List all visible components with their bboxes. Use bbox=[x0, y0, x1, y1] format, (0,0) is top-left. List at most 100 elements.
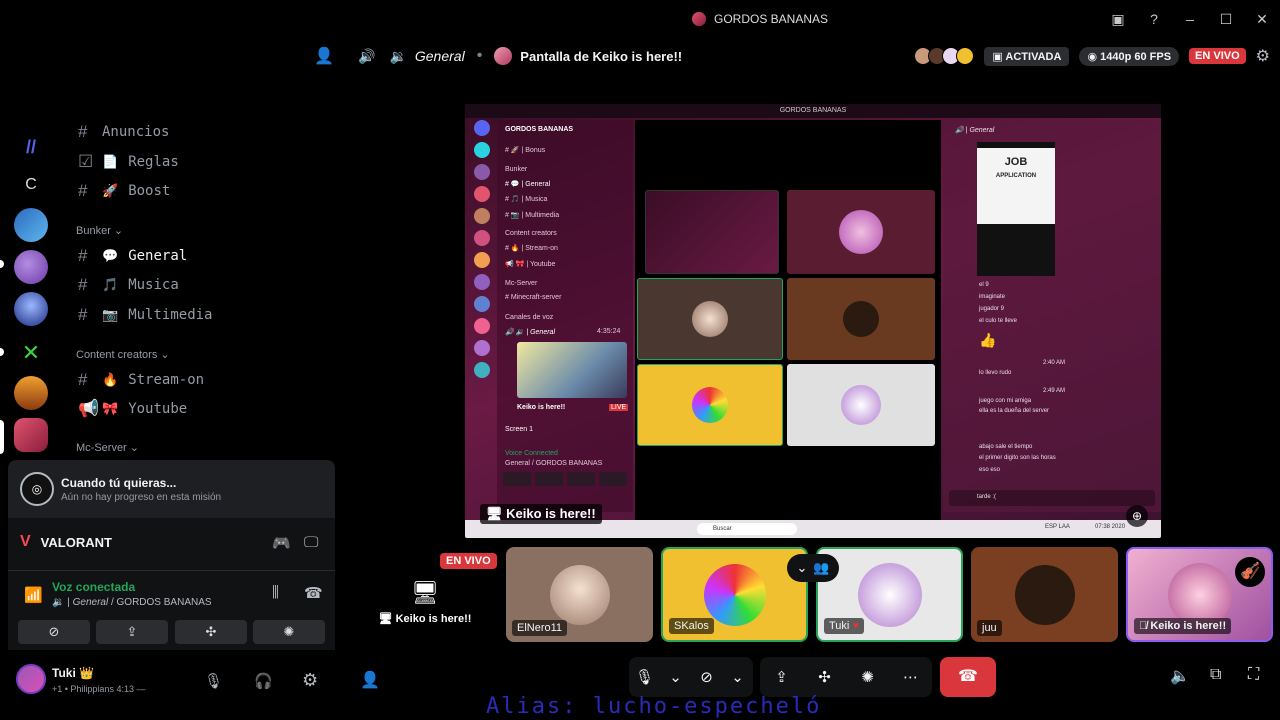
voice-path[interactable]: 🔉 | General / GORDOS BANANAS bbox=[52, 597, 212, 608]
mission-icon: ◎ bbox=[20, 472, 54, 506]
activities-button[interactable]: ✣ bbox=[175, 620, 247, 644]
chevron-down-icon[interactable]: ⌄ bbox=[666, 668, 686, 686]
participant-tile[interactable]: 🎙̸ Keiko is here!! 🎻 bbox=[1126, 547, 1273, 642]
maximize-button[interactable]: ☐ bbox=[1208, 11, 1244, 28]
server-avatar[interactable] bbox=[14, 376, 48, 410]
activated-badge[interactable]: ▣ ACTIVADA bbox=[984, 46, 1070, 66]
inbox-icon[interactable]: ▣ bbox=[1100, 11, 1136, 28]
category-label: Mc-Server bbox=[76, 442, 127, 454]
settings-icon[interactable]: ⚙ bbox=[1256, 46, 1270, 66]
channel-multimedia[interactable]: # 📷 Multimedia bbox=[78, 305, 212, 325]
channel-youtube[interactable]: 📢 🎀 Youtube bbox=[78, 399, 187, 419]
share-screen-icon[interactable]: ⇪ bbox=[772, 668, 792, 686]
screen-icon[interactable]: 🖵 bbox=[304, 534, 318, 551]
popout-icon[interactable]: ⧉ bbox=[1210, 666, 1221, 684]
voice-status: Voz conectada 🔉 | General / GORDOS BANAN… bbox=[52, 580, 212, 608]
audio-video-controls: 🎙 ⌄ ⊘ ⌄ bbox=[629, 657, 753, 697]
job-subtitle: APPLICATION bbox=[995, 173, 1037, 179]
inner-channel: # Minecraft-server bbox=[505, 294, 562, 301]
inner-channel: # 💬 | General bbox=[505, 181, 551, 188]
inner-channel-label: Multimedia bbox=[525, 212, 560, 219]
add-people-icon[interactable]: 👤 bbox=[360, 670, 380, 690]
window-title: GORDOS BANANAS bbox=[691, 12, 828, 26]
nitro-server-icon[interactable]: // bbox=[14, 130, 48, 164]
channel-label: Musica bbox=[128, 277, 179, 293]
inner-chat-message: abajo sale el tiempo bbox=[979, 444, 1033, 450]
voice-channel-name: General bbox=[414, 48, 465, 64]
server-avatar[interactable] bbox=[14, 208, 48, 242]
disconnect-button[interactable]: ☎ bbox=[940, 657, 996, 697]
gear-icon[interactable]: ⚙ bbox=[302, 670, 318, 691]
unread-pill bbox=[0, 260, 4, 268]
channel-general[interactable]: # 💬 General bbox=[78, 246, 187, 266]
server-avatar[interactable] bbox=[14, 292, 48, 326]
headphones-icon[interactable]: 🎧 bbox=[254, 672, 273, 690]
inner-job-image: JOB APPLICATION bbox=[977, 142, 1055, 276]
quality-label: 1440p 60 FPS bbox=[1100, 50, 1172, 63]
server-avatar[interactable]: ✕ bbox=[14, 336, 48, 370]
server-letter-icon[interactable]: C bbox=[14, 168, 48, 202]
server-avatar[interactable] bbox=[14, 250, 48, 284]
disconnect-icon[interactable]: ☎ bbox=[304, 584, 323, 602]
controller-icon[interactable]: 🎮 bbox=[272, 534, 291, 552]
participant-tile[interactable]: ElNero11 bbox=[506, 547, 653, 642]
channel-anuncios[interactable]: # Anuncios bbox=[78, 122, 169, 142]
share-screen-button[interactable]: ⇪ bbox=[96, 620, 168, 644]
valorant-icon: V bbox=[20, 533, 31, 550]
activities-icon[interactable]: ✣ bbox=[815, 668, 835, 686]
camera-off-button[interactable]: ⊘ bbox=[18, 620, 90, 644]
viewer-avatars[interactable] bbox=[914, 47, 975, 65]
volume-icon[interactable]: 🔈 bbox=[1170, 666, 1190, 686]
channel-musica[interactable]: # 🎵 Musica bbox=[78, 275, 179, 295]
soundboard-icon[interactable]: ✺ bbox=[858, 668, 878, 686]
participant-tile[interactable]: juu bbox=[971, 547, 1118, 642]
channel-boost[interactable]: # 🚀 Boost bbox=[78, 181, 170, 201]
category-bunker[interactable]: Bunker ⌄ bbox=[76, 224, 123, 237]
screen-share-tile[interactable]: 🖥 🖥 Keiko is here!! bbox=[360, 580, 490, 625]
close-button[interactable]: ✕ bbox=[1244, 11, 1280, 28]
inner-avatar bbox=[692, 301, 728, 337]
help-icon[interactable]: ? bbox=[1136, 11, 1172, 27]
inner-voice-channel: 🔊 🔉 | General bbox=[505, 329, 555, 336]
inner-tile bbox=[787, 190, 935, 274]
participant-tile[interactable]: Tuki ♥ bbox=[816, 547, 963, 642]
server-rail: // C ✕ bbox=[0, 130, 64, 460]
participant-name: Keiko is here!! bbox=[1150, 620, 1227, 632]
game-activity[interactable]: V VALORANT bbox=[20, 533, 112, 551]
inner-category: Canales de voz bbox=[505, 314, 554, 321]
category-content-creators[interactable]: Content creators ⌄ bbox=[76, 348, 170, 361]
category-mc-server[interactable]: Mc-Server ⌄ bbox=[76, 441, 139, 454]
inner-server-icon bbox=[474, 252, 490, 268]
speech-icon: 💬 bbox=[102, 248, 119, 264]
inner-channel: # 📷 | Multimedia bbox=[505, 212, 560, 219]
server-avatar-selected[interactable] bbox=[14, 418, 48, 452]
participant-tile[interactable]: SKalos bbox=[661, 547, 808, 642]
user-avatar[interactable] bbox=[16, 664, 46, 694]
minimize-button[interactable]: – bbox=[1172, 11, 1208, 27]
inner-voice-label: General bbox=[530, 329, 555, 336]
channel-label: Anuncios bbox=[102, 124, 170, 140]
channel-reglas[interactable]: ☑ 📄 Reglas bbox=[78, 152, 179, 172]
invite-icon[interactable]: 👤 bbox=[314, 46, 334, 65]
microphone-icon[interactable]: 🎙 bbox=[635, 668, 655, 686]
music-icon: 🎵 bbox=[102, 277, 119, 293]
stream-title: Pantalla de Keiko is here!! bbox=[520, 48, 683, 64]
channel-list: # Anuncios ☑ 📄 Reglas # 🚀 Boost Bunker ⌄ # 💬 Ge… bbox=[64, 120, 240, 460]
more-icon[interactable]: ⋯ bbox=[901, 668, 921, 686]
zoom-icon[interactable]: ⊕ bbox=[1126, 505, 1148, 527]
hash-icon: # bbox=[78, 246, 88, 265]
soundboard-button[interactable]: ✺ bbox=[253, 620, 325, 644]
expand-participants-button[interactable]: ⌄ 👥 bbox=[787, 554, 839, 582]
camera-icon: 📷 bbox=[102, 307, 119, 323]
inner-taskbar-lang: ESP LAA bbox=[1045, 524, 1070, 530]
channel-label: Stream-on bbox=[128, 372, 205, 388]
noise-suppression-icon[interactable]: ⫼ bbox=[272, 584, 279, 601]
microphone-icon[interactable]: 🎙 bbox=[204, 672, 223, 690]
camera-off-icon[interactable]: ⊘ bbox=[697, 668, 717, 686]
mission-popup[interactable]: ◎ Cuando tú quieras... Aún no hay progre… bbox=[8, 460, 335, 518]
fullscreen-icon[interactable]: ⛶ bbox=[1248, 666, 1259, 684]
chevron-down-icon[interactable]: ⌄ bbox=[728, 668, 748, 686]
stream-view[interactable]: GORDOS BANANAS GORDOS BANANAS # 🚀 | Bonu… bbox=[465, 104, 1161, 538]
channel-stream-on[interactable]: # 🔥 Stream-on bbox=[78, 370, 204, 390]
inner-category: Bunker bbox=[505, 166, 528, 173]
